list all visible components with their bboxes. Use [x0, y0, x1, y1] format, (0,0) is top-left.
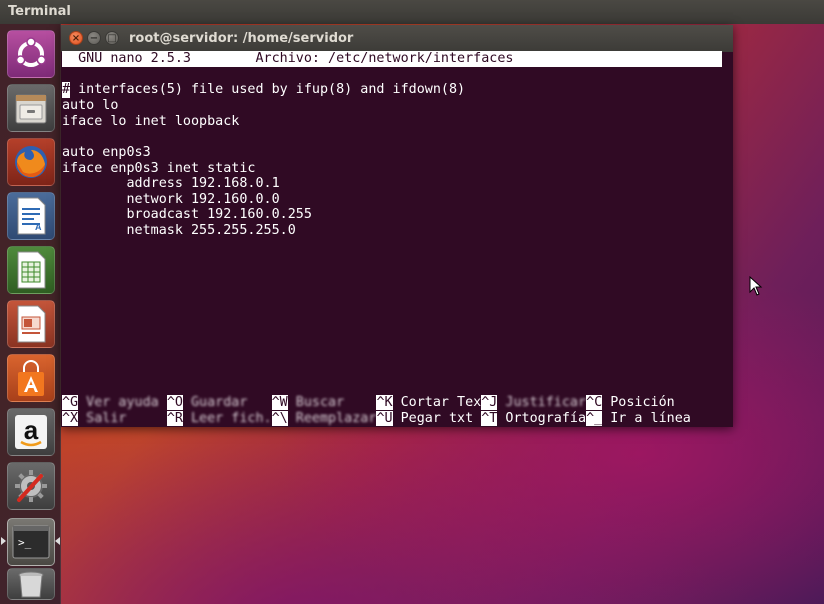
top-panel: Terminal	[0, 0, 824, 24]
window-titlebar[interactable]: × − □ root@servidor: /home/servidor	[61, 25, 733, 52]
window-maximize-button[interactable]: □	[105, 31, 119, 45]
shortcut-label-paste: Pegar txt	[392, 411, 482, 426]
unity-launcher: A a >_	[0, 24, 61, 604]
launcher-calc-button[interactable]	[7, 246, 55, 294]
shortcut-label-search: Buscar	[287, 395, 377, 410]
launcher-terminal-button[interactable]: >_	[7, 518, 55, 566]
active-app-title: Terminal	[8, 4, 71, 19]
launcher-writer-button[interactable]: A	[7, 192, 55, 240]
focused-indicator	[55, 537, 60, 545]
writer-letter: A	[35, 222, 42, 232]
editor-line[interactable]: network 192.160.0.0	[62, 192, 279, 208]
shortcut-label-justify: Justificar	[497, 395, 587, 410]
file-cabinet-icon	[15, 94, 47, 124]
launcher-software-center-button[interactable]	[7, 354, 55, 402]
shortcut-label-exit: Salir	[78, 411, 167, 426]
shortcut-label-cut: Cortar Tex	[392, 395, 482, 410]
window-title: root@servidor: /home/servidor	[129, 31, 354, 46]
shortcut-label-replace: Reemplazar	[287, 411, 377, 426]
libreoffice-calc-icon	[17, 251, 46, 289]
launcher-amazon-button[interactable]: a	[7, 408, 55, 456]
shortcut-label-spell: Ortografía	[497, 411, 587, 426]
shortcut-label-save: Guardar	[182, 395, 272, 410]
shortcut-key-paste[interactable]: ^U	[376, 411, 393, 426]
editor-line[interactable]: iface lo inet loopback	[62, 114, 239, 130]
terminal-prompt-glyph: >_	[18, 536, 32, 549]
shortcut-key-read-file[interactable]: ^R	[166, 411, 183, 426]
editor-line[interactable]: broadcast 192.160.0.255	[62, 207, 311, 223]
window-close-button[interactable]: ×	[69, 31, 83, 45]
shopping-bag-icon	[18, 360, 44, 396]
shortcut-key-justify[interactable]: ^J	[481, 395, 498, 410]
close-icon: ×	[71, 33, 81, 44]
launcher-dash-button[interactable]	[7, 30, 55, 78]
text-cursor: #	[62, 82, 71, 98]
shortcut-key-replace[interactable]: ^\	[271, 411, 288, 426]
launcher-settings-button[interactable]	[7, 462, 55, 510]
window-minimize-button[interactable]: −	[87, 31, 101, 45]
shortcut-key-spell[interactable]: ^T	[481, 411, 498, 426]
shortcut-key-cut[interactable]: ^K	[376, 395, 393, 410]
shortcut-key-exit[interactable]: ^X	[62, 411, 79, 426]
shortcut-key-search[interactable]: ^W	[271, 395, 288, 410]
maximize-icon: □	[107, 33, 117, 44]
libreoffice-writer-icon: A	[17, 197, 46, 235]
shortcut-key-save[interactable]: ^O	[166, 395, 183, 410]
editor-line[interactable]: # interfaces(5) file used by ifup(8) and…	[62, 82, 465, 98]
editor-line[interactable]: auto enp0s3	[62, 145, 151, 161]
firefox-icon	[15, 146, 47, 178]
launcher-trash-button[interactable]	[7, 568, 55, 600]
running-indicator	[1, 537, 6, 545]
shortcut-key-goto-line[interactable]: ^_	[586, 411, 603, 426]
ubuntu-logo-icon	[15, 37, 47, 67]
launcher-firefox-button[interactable]	[7, 138, 55, 186]
amazon-icon: a	[15, 415, 47, 449]
editor-line[interactable]: netmask 255.255.255.0	[62, 223, 295, 239]
shortcut-key-help[interactable]: ^G	[62, 395, 79, 410]
minimize-icon: −	[89, 33, 99, 44]
libreoffice-impress-icon	[17, 305, 46, 343]
mouse-pointer-icon	[749, 276, 763, 296]
terminal-content[interactable]: GNU nano 2.5.3 Archivo: /etc/network/int…	[61, 51, 733, 427]
nano-shortcut-row-2: ^X Salir ^R Leer fich.^\ Reemplazar^U Pe…	[62, 411, 691, 427]
shortcut-label-goto-line: Ir a línea	[602, 411, 691, 426]
terminal-icon: >_	[12, 525, 50, 559]
nano-title-bar: GNU nano 2.5.3 Archivo: /etc/network/int…	[62, 51, 722, 67]
shortcut-label-read-file: Leer fich.	[182, 411, 272, 426]
editor-line[interactable]: iface enp0s3 inet static	[62, 161, 255, 177]
settings-tools-icon	[15, 470, 47, 502]
amazon-letter: a	[24, 415, 39, 445]
editor-line[interactable]: auto lo	[62, 98, 118, 114]
terminal-window[interactable]: × − □ root@servidor: /home/servidor GNU …	[61, 25, 733, 427]
launcher-impress-button[interactable]	[7, 300, 55, 348]
shortcut-key-position[interactable]: ^C	[586, 395, 603, 410]
editor-line-text: interfaces(5) file used by ifup(8) and i…	[70, 82, 466, 97]
shortcut-label-help: Ver ayuda	[78, 395, 167, 410]
editor-line[interactable]: address 192.168.0.1	[62, 176, 279, 192]
trash-icon	[18, 571, 44, 598]
shortcut-label-position: Posición	[602, 395, 675, 410]
nano-shortcut-row-1: ^G Ver ayuda ^O Guardar ^W Buscar ^K Cor…	[62, 395, 675, 411]
launcher-files-button[interactable]	[7, 84, 55, 132]
